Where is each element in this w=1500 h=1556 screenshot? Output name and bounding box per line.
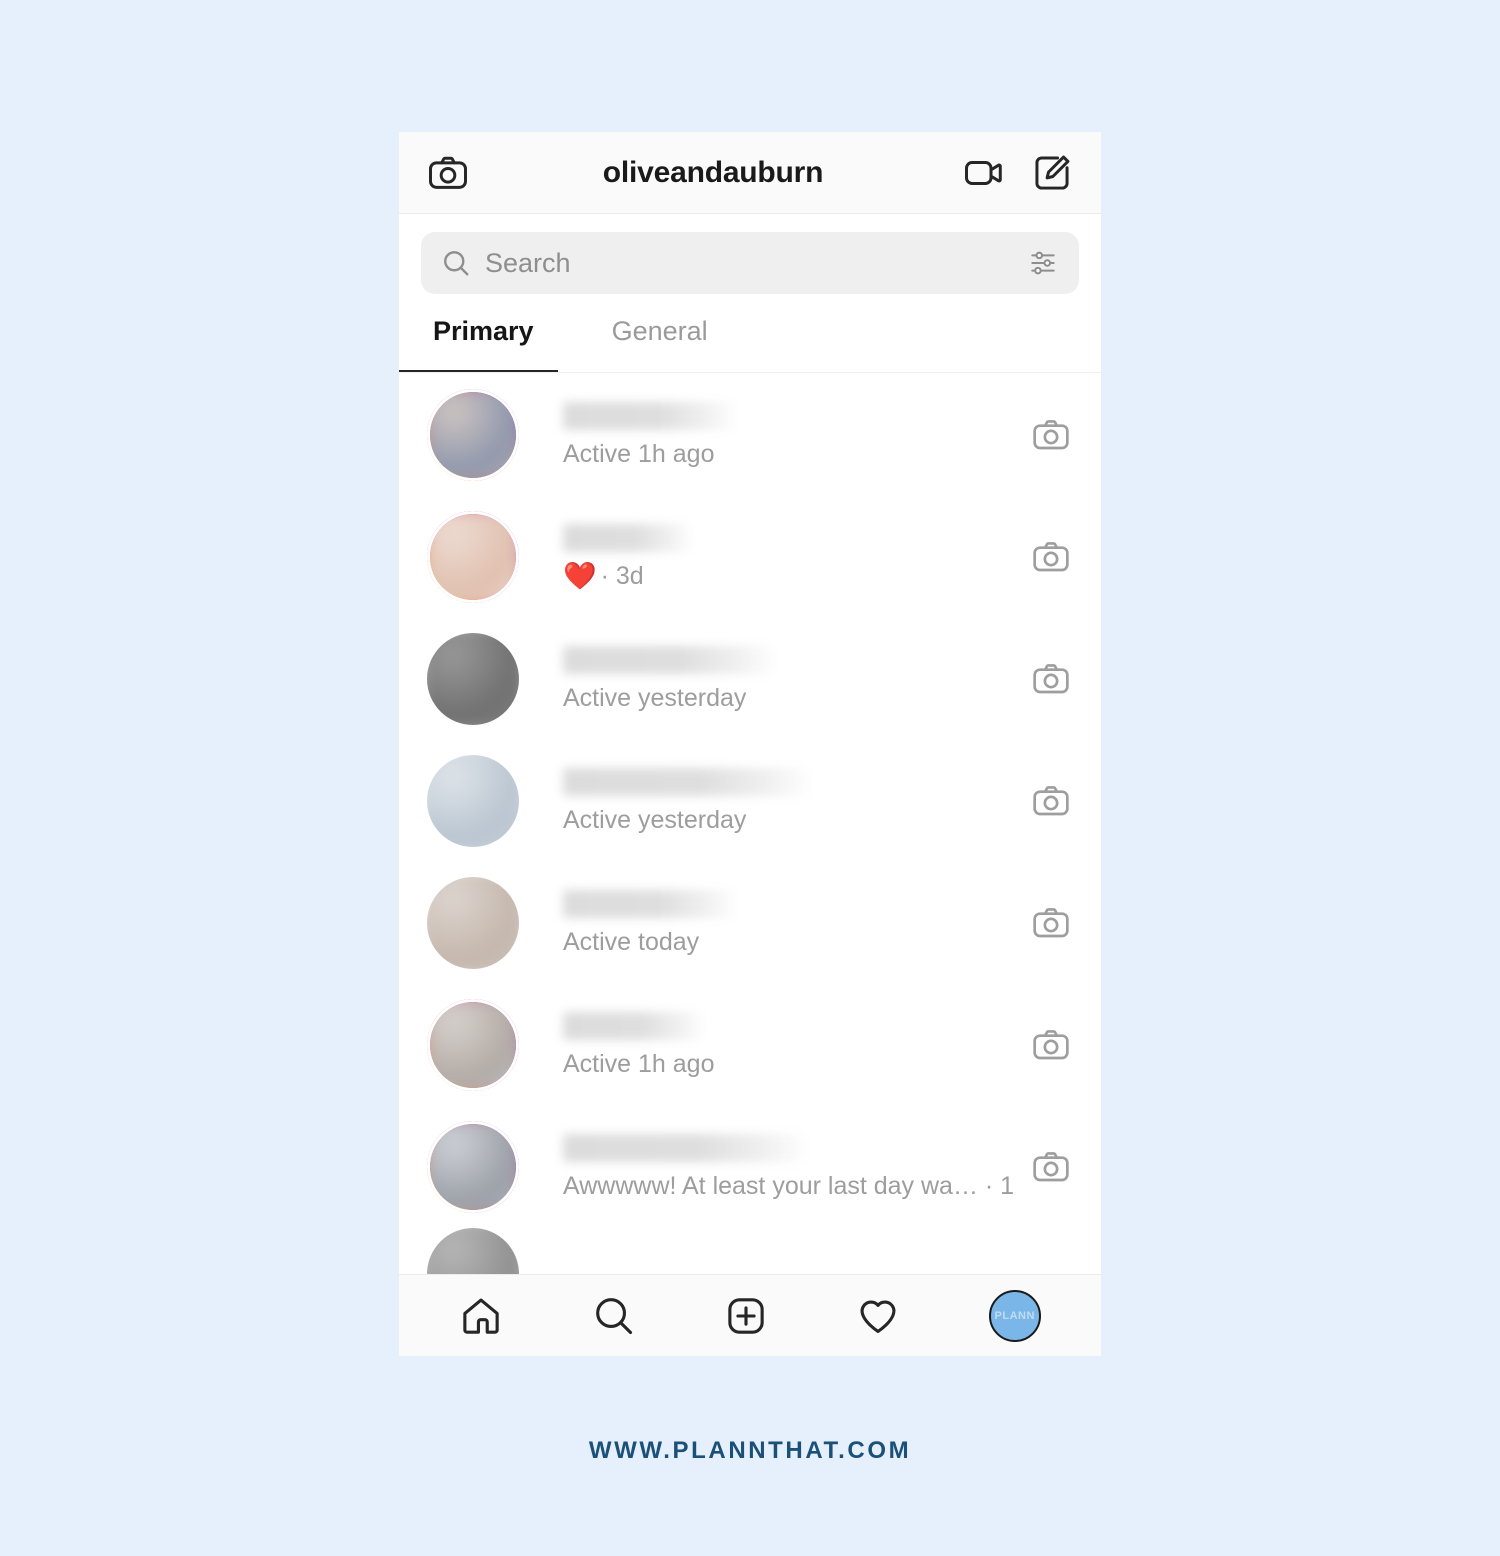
avatar-blurred-photo [427, 1228, 519, 1274]
message-preview: ❤️ · 3d [563, 562, 1013, 591]
conversation-text: ❤️ · 3d [563, 523, 1013, 591]
avatar-blurred-photo [427, 633, 519, 725]
conversation-row[interactable]: Active today [399, 862, 1101, 984]
add-post-icon[interactable] [724, 1294, 768, 1338]
tabs-divider [399, 372, 1101, 373]
message-preview: Active 1h ago [563, 1049, 715, 1078]
camera-icon[interactable] [1031, 1025, 1071, 1065]
username-redacted [563, 1133, 809, 1162]
avatar-image [430, 392, 516, 478]
conversation-text: Active today [563, 889, 1013, 957]
avatar[interactable] [427, 1228, 519, 1274]
camera-icon[interactable] [1031, 415, 1071, 455]
conversation-row[interactable]: Active 1h ago [399, 984, 1101, 1106]
conversation-row[interactable] [399, 1228, 1101, 1274]
filter-sliders-icon[interactable] [1027, 247, 1059, 279]
avatar-with-story-ring[interactable] [427, 511, 519, 603]
avatar-image [430, 1002, 516, 1088]
avatar-blurred-photo [430, 1002, 516, 1088]
search-bar[interactable] [421, 232, 1079, 294]
avatar-blurred-photo [427, 755, 519, 847]
username-redacted [563, 401, 737, 430]
camera-icon[interactable] [1031, 659, 1071, 699]
conversation-row[interactable]: Active yesterday [399, 618, 1101, 740]
home-icon[interactable] [459, 1294, 503, 1338]
inbox-tabs: Primary General [399, 294, 1101, 373]
camera-icon[interactable] [1031, 1147, 1071, 1187]
tab-primary[interactable]: Primary [433, 316, 534, 373]
avatar-blurred-photo [430, 514, 516, 600]
red-heart-emoji: ❤️ [563, 561, 597, 591]
message-preview: Active 1h ago [563, 439, 715, 468]
avatar-image [430, 514, 516, 600]
username-redacted [563, 889, 737, 918]
profile-avatar[interactable]: PLANN [988, 1289, 1041, 1342]
search-input[interactable] [485, 247, 1017, 279]
username-redacted [563, 523, 693, 552]
conversation-row[interactable]: Awwwww! At least your last day wa… · 1w [399, 1106, 1101, 1228]
avatar-image [427, 1228, 519, 1274]
heart-icon[interactable] [856, 1294, 900, 1338]
app-header: oliveandauburn [399, 132, 1101, 214]
camera-icon[interactable] [1031, 903, 1071, 943]
message-preview: Active today [563, 927, 700, 956]
message-preview: Active yesterday [563, 805, 747, 834]
tab-general[interactable]: General [612, 316, 708, 373]
conversation-text: Active 1h ago [563, 1011, 1013, 1079]
camera-icon[interactable] [1031, 781, 1071, 821]
avatar-with-story-ring[interactable] [427, 1121, 519, 1213]
avatar-blurred-photo [430, 392, 516, 478]
video-camera-icon[interactable] [963, 152, 1005, 194]
avatar[interactable] [427, 877, 519, 969]
avatar-image [427, 633, 519, 725]
avatar-with-story-ring[interactable] [427, 389, 519, 481]
message-preview: Awwwww! At least your last day wa… · 1w [563, 1171, 1013, 1200]
avatar[interactable] [427, 633, 519, 725]
search-icon[interactable] [592, 1294, 636, 1338]
message-preview: Active yesterday [563, 683, 747, 712]
conversation-text: Active yesterday [563, 645, 1013, 713]
camera-icon[interactable] [1031, 537, 1071, 577]
conversation-row[interactable]: ❤️ · 3d [399, 496, 1101, 618]
search-section [399, 214, 1101, 294]
avatar-image [427, 877, 519, 969]
page-title: oliveandauburn [602, 155, 824, 189]
avatar-image [427, 755, 519, 847]
avatar-blurred-photo [427, 877, 519, 969]
username-redacted [563, 767, 813, 796]
username-redacted [563, 1011, 705, 1040]
conversation-row[interactable]: Active yesterday [399, 740, 1101, 862]
compose-edit-icon[interactable] [1031, 152, 1073, 194]
bottom-navigation: PLANN [399, 1274, 1101, 1356]
avatar-image [430, 1124, 516, 1210]
conversation-list[interactable]: Active 1h ago ❤️ · 3d Active yesterday Acti… [399, 374, 1101, 1274]
search-icon [441, 248, 471, 278]
conversation-text: Active 1h ago [563, 401, 1013, 469]
avatar: PLANN [988, 1289, 1041, 1342]
avatar-with-story-ring[interactable] [427, 999, 519, 1091]
conversation-text: Awwwww! At least your last day wa… · 1w [563, 1133, 1013, 1201]
conversation-row[interactable]: Active 1h ago [399, 374, 1101, 496]
conversation-text: Active yesterday [563, 767, 1013, 835]
phone-screen: oliveandauburn Search Primary General Ac… [399, 132, 1101, 1356]
footer-website-url: WWW.PLANNTHAT.COM [588, 1437, 912, 1464]
message-preview-text: · 3d [600, 561, 644, 590]
avatar-blurred-photo [430, 1124, 516, 1210]
username-redacted [563, 645, 777, 674]
avatar[interactable] [427, 755, 519, 847]
